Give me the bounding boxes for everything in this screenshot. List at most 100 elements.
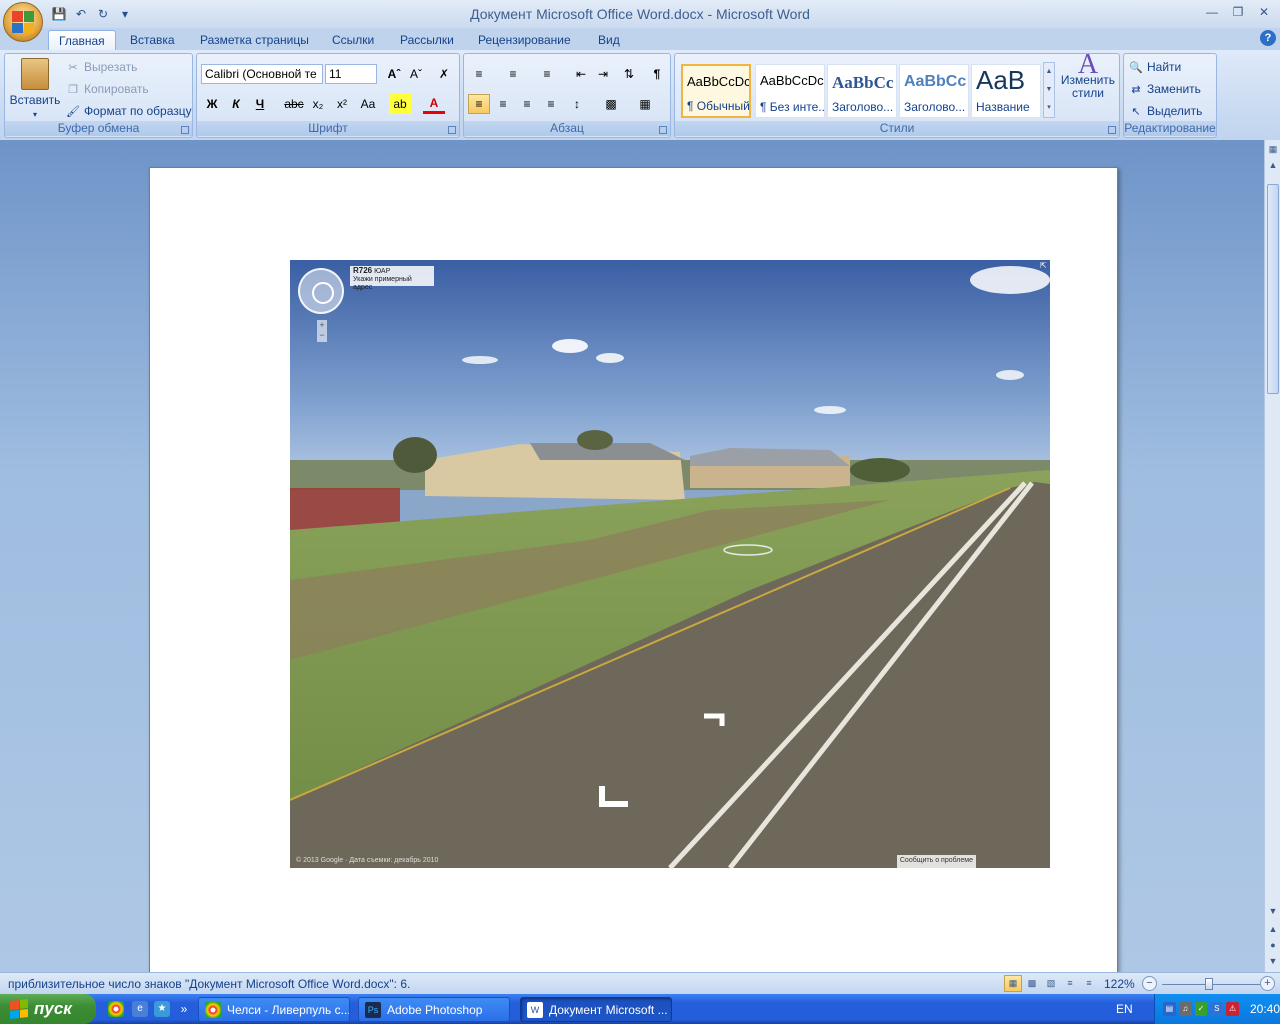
tab-home[interactable]: Главная <box>48 30 116 50</box>
zoom-slider-thumb[interactable] <box>1205 978 1213 990</box>
antivirus-icon[interactable]: ✓ <box>1194 1002 1208 1016</box>
style-title[interactable]: AaB Название <box>971 64 1041 118</box>
tab-view[interactable]: Вид <box>588 30 630 50</box>
highlight-icon[interactable]: ab <box>389 94 411 114</box>
chrome-quicklaunch-icon[interactable] <box>108 1001 124 1017</box>
prev-page-icon[interactable]: ▲ <box>1265 922 1280 936</box>
sort-icon[interactable]: ⇅ <box>618 64 640 84</box>
scroll-thumb[interactable] <box>1267 184 1279 394</box>
report-problem-link[interactable]: Сообщить о проблеме <box>896 855 976 868</box>
browse-object-icon[interactable]: ● <box>1265 938 1280 952</box>
network-icon[interactable]: ▤ <box>1163 1002 1176 1016</box>
style-no-spacing[interactable]: AaBbCcDc ¶ Без инте... <box>755 64 825 118</box>
start-button[interactable]: пуск <box>0 994 96 1024</box>
style-heading-2[interactable]: AaBbCc Заголово... <box>899 64 969 118</box>
outline-view-icon[interactable]: ≡ <box>1061 975 1079 992</box>
explorer-quicklaunch-icon[interactable]: e <box>132 1001 148 1017</box>
tab-references[interactable]: Ссылки <box>322 30 384 50</box>
styles-group: AaBbCcDc ¶ Обычный AaBbCcDc ¶ Без инте..… <box>674 51 1120 138</box>
draft-view-icon[interactable]: ≡ <box>1080 975 1098 992</box>
zoom-level[interactable]: 122% <box>1104 977 1135 991</box>
tab-page-layout[interactable]: Разметка страницы <box>190 30 319 50</box>
style-normal[interactable]: AaBbCcDc ¶ Обычный <box>681 64 751 118</box>
language-indicator[interactable]: EN <box>1116 1002 1133 1016</box>
fullscreen-icon[interactable]: ⇱ <box>1040 261 1048 270</box>
justify-icon[interactable]: ≡ <box>540 94 562 114</box>
copy-button[interactable]: ❐ Копировать <box>65 81 149 97</box>
close-button[interactable]: ✕ <box>1254 4 1274 20</box>
font-color-icon[interactable]: A <box>423 94 445 114</box>
font-size-select[interactable]: 11 <box>325 64 377 84</box>
minimize-button[interactable]: — <box>1202 4 1222 20</box>
superscript-button[interactable]: x² <box>331 94 353 114</box>
styles-launcher-icon[interactable] <box>1108 126 1116 134</box>
cut-button[interactable]: ✂ Вырезать <box>65 59 137 75</box>
change-styles-button[interactable]: A Изменить стили <box>1059 51 1117 100</box>
multilevel-list-icon[interactable]: ≡ <box>536 64 558 84</box>
align-right-icon[interactable]: ≡ <box>516 94 538 114</box>
strikethrough-button[interactable]: abc <box>283 94 305 114</box>
replace-icon: ⇄ <box>1131 83 1141 96</box>
task-chrome[interactable]: Челси - Ливерпуль с... <box>198 997 350 1022</box>
bold-button[interactable]: Ж <box>201 94 223 114</box>
full-screen-reading-icon[interactable]: ▩ <box>1023 975 1041 992</box>
pan-control[interactable] <box>298 268 344 314</box>
borders-icon[interactable]: ▦ <box>634 94 656 114</box>
select-button[interactable]: ↖ Выделить <box>1128 103 1202 119</box>
zoom-in-icon[interactable]: + <box>1260 976 1275 991</box>
shading-icon[interactable]: ▩ <box>600 94 622 114</box>
scroll-down-icon[interactable]: ▼ <box>1265 904 1280 918</box>
change-case-button[interactable]: Aa <box>357 94 379 114</box>
decrease-indent-icon[interactable]: ⇤ <box>570 64 592 84</box>
paste-button[interactable]: Вставить ▾ <box>9 58 61 119</box>
office-logo-icon <box>12 11 34 33</box>
align-left-icon[interactable]: ≡ <box>468 94 490 114</box>
ruler-toggle-icon[interactable]: ▦ <box>1265 142 1280 156</box>
format-painter-button[interactable]: 🖌 Формат по образцу <box>65 103 192 119</box>
document-page[interactable]: + − R726 ЮАР Укажи примерный адрес © 2013… <box>149 167 1118 987</box>
volume-icon[interactable]: ♫ <box>1178 1002 1192 1016</box>
office-button[interactable] <box>3 2 43 42</box>
paragraph-launcher-icon[interactable] <box>659 126 667 134</box>
underline-button[interactable]: Ч <box>249 94 271 114</box>
next-page-icon[interactable]: ▼ <box>1265 954 1280 968</box>
photoshop-icon: Ps <box>365 1001 381 1018</box>
more-quicklaunch-icon[interactable]: » <box>176 1001 192 1017</box>
grow-font-button[interactable]: Aˆ <box>383 64 405 84</box>
security-icon[interactable]: ⚠ <box>1226 1002 1239 1016</box>
show-marks-icon[interactable]: ¶ <box>646 64 668 84</box>
clear-format-icon[interactable]: ✗ <box>433 64 455 84</box>
replace-button[interactable]: ⇄ Заменить <box>1128 81 1201 97</box>
maximize-button[interactable]: ❐ <box>1228 4 1248 20</box>
skype-icon[interactable]: S <box>1210 1002 1224 1016</box>
shrink-font-button[interactable]: Aˇ <box>405 64 427 84</box>
numbering-icon[interactable]: ≡ <box>502 64 524 84</box>
taskbar: пуск e ★ » Челси - Ливерпуль с... Ps Ado… <box>0 994 1280 1024</box>
zoom-control[interactable]: + − <box>317 320 327 342</box>
font-launcher-icon[interactable] <box>448 126 456 134</box>
font-name-select[interactable]: Calibri (Основной те <box>201 64 323 84</box>
web-layout-icon[interactable]: ▧ <box>1042 975 1060 992</box>
task-photoshop[interactable]: Ps Adobe Photoshop <box>358 997 510 1022</box>
style-heading-1[interactable]: AaBbCc Заголово... <box>827 64 897 118</box>
subscript-button[interactable]: x₂ <box>307 94 329 114</box>
clipboard-launcher-icon[interactable] <box>181 126 189 134</box>
bullets-icon[interactable]: ≡ <box>468 64 490 84</box>
help-icon[interactable]: ? <box>1260 30 1276 46</box>
scroll-up-icon[interactable]: ▲ <box>1265 158 1280 172</box>
increase-indent-icon[interactable]: ⇥ <box>592 64 614 84</box>
italic-button[interactable]: К <box>225 94 247 114</box>
tab-mailings[interactable]: Рассылки <box>390 30 464 50</box>
street-view-image[interactable]: + − R726 ЮАР Укажи примерный адрес © 2013… <box>290 260 1050 868</box>
tab-insert[interactable]: Вставка <box>120 30 185 50</box>
line-spacing-icon[interactable]: ↕ <box>566 94 588 114</box>
task-word[interactable]: W Документ Microsoft ... <box>520 997 672 1022</box>
find-button[interactable]: 🔍 Найти <box>1128 59 1181 75</box>
align-center-icon[interactable]: ≡ <box>492 94 514 114</box>
zoom-out-icon[interactable]: − <box>1142 976 1157 991</box>
vertical-scrollbar[interactable]: ▦ ▲ ▼ ▲ ● ▼ <box>1264 140 1280 972</box>
print-layout-icon[interactable]: ▦ <box>1004 975 1022 992</box>
app-quicklaunch-icon[interactable]: ★ <box>154 1001 170 1017</box>
styles-scroll[interactable]: ▲ ▼ ▾ <box>1043 62 1055 118</box>
tab-review[interactable]: Рецензирование <box>468 30 581 50</box>
